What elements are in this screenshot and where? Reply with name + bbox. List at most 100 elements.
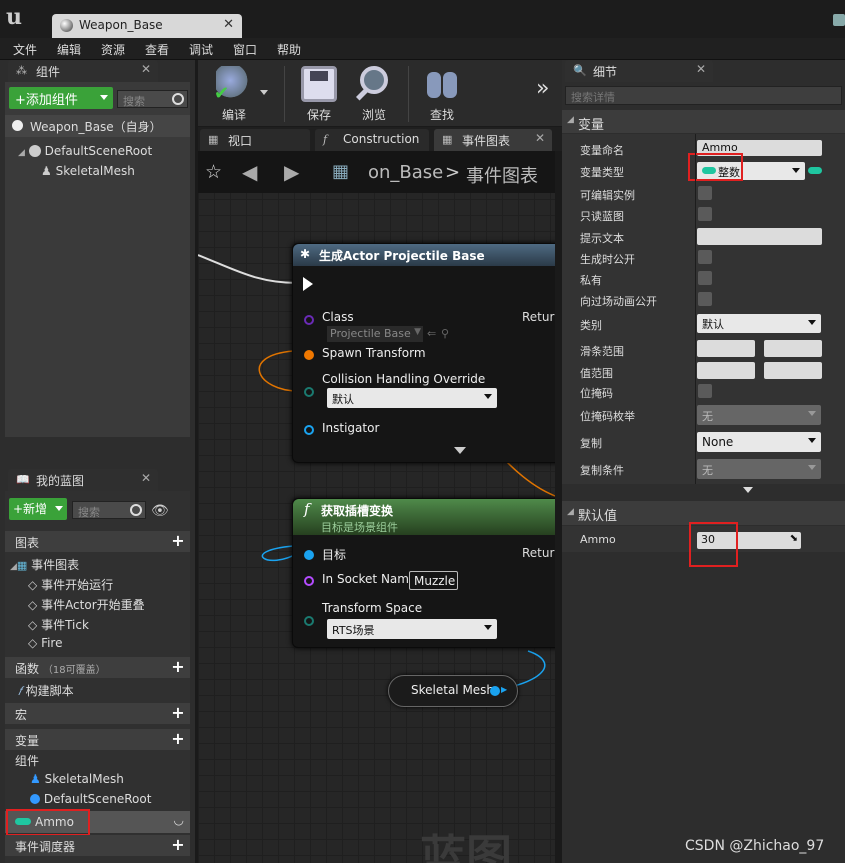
- section-dispatchers[interactable]: 事件调度器 +: [5, 835, 190, 856]
- graph-canvas[interactable]: ☆ ◀ ▶ ▦ on_Base > 事件图表 ✱ 生成Actor Project…: [198, 151, 555, 863]
- tree-item-skeletal-mesh[interactable]: ♟ SkeletalMesh: [41, 164, 135, 178]
- add-macro-icon[interactable]: +: [170, 705, 186, 721]
- event-item[interactable]: ◇ Fire: [28, 636, 62, 650]
- expose-spawn-checkbox[interactable]: [698, 250, 712, 264]
- advanced-expander[interactable]: [562, 484, 845, 498]
- tab-my-blueprint[interactable]: 📖 我的蓝图 ✕: [8, 469, 158, 491]
- save-button[interactable]: 保存: [291, 64, 347, 124]
- close-tab-icon[interactable]: ✕: [141, 471, 151, 485]
- forward-arrow-icon[interactable]: ▶: [284, 160, 299, 184]
- tooltip-input[interactable]: [697, 228, 822, 245]
- breadcrumb-graph[interactable]: 事件图表: [466, 162, 538, 188]
- spin-drag-icon[interactable]: ⬊: [790, 533, 798, 544]
- tab-components[interactable]: ⁂ 组件 ✕: [8, 60, 158, 82]
- readonly-checkbox[interactable]: [698, 207, 712, 221]
- tab-details[interactable]: 🔍 细节 ✕: [565, 60, 713, 82]
- browse-button[interactable]: 浏览: [346, 64, 402, 124]
- tab-construction[interactable]: f Construction: [315, 129, 429, 151]
- chevron-down-icon[interactable]: [260, 90, 268, 95]
- new-button[interactable]: +新增: [9, 498, 67, 520]
- value-min-input[interactable]: [697, 362, 755, 379]
- root-row[interactable]: Weapon_Base（自身）: [5, 115, 190, 137]
- section-macros[interactable]: 宏 +: [5, 703, 190, 724]
- transform-space-dropdown[interactable]: RTS场景: [327, 619, 497, 639]
- find-button[interactable]: 查找: [414, 64, 470, 124]
- section-functions[interactable]: 函数 （18可覆盖） +: [5, 657, 190, 678]
- category-dropdown[interactable]: 默认: [697, 314, 821, 333]
- use-selected-arrow-icon[interactable]: ⇐: [427, 327, 436, 340]
- output-pin[interactable]: [490, 686, 500, 696]
- menu-debug[interactable]: 调试: [189, 41, 213, 58]
- compile-button[interactable]: ✔ 编译: [200, 64, 268, 124]
- star-icon[interactable]: ☆: [205, 161, 222, 183]
- components-category[interactable]: 组件: [15, 752, 39, 769]
- menu-help[interactable]: 帮助: [277, 41, 301, 58]
- variable-section-header[interactable]: ◢ 变量: [562, 110, 845, 133]
- socket-name-pin[interactable]: [304, 576, 314, 586]
- document-tab[interactable]: Weapon_Base ✕: [52, 14, 242, 38]
- add-variable-icon[interactable]: +: [170, 731, 186, 747]
- cinematic-checkbox[interactable]: [698, 292, 712, 306]
- collision-dropdown[interactable]: 默认: [327, 388, 497, 408]
- close-tab-icon[interactable]: ✕: [141, 62, 151, 76]
- close-tab-icon[interactable]: ✕: [696, 62, 706, 76]
- bitmask-enum-dropdown[interactable]: 无: [697, 405, 821, 425]
- event-graph-item[interactable]: ◢▦ 事件图表: [10, 556, 79, 573]
- event-item[interactable]: ◇ 事件Actor开始重叠: [28, 596, 145, 613]
- class-selector[interactable]: Projectile Base ▼: [327, 326, 423, 342]
- get-socket-transform-node[interactable]: f 获取插槽变换 目标是场景组件 目标 Return In Socket Nam…: [292, 498, 555, 648]
- target-pin[interactable]: [304, 550, 314, 560]
- expand-node-icon[interactable]: [454, 447, 466, 454]
- construction-script-item[interactable]: 𝑓 构建脚本: [18, 682, 74, 699]
- breadcrumb-asset[interactable]: on_Base: [368, 162, 443, 183]
- details-search-input[interactable]: 搜索详情: [565, 86, 842, 105]
- toolbar-overflow-button[interactable]: »: [536, 76, 549, 101]
- instigator-pin[interactable]: [304, 425, 314, 435]
- menu-view[interactable]: 查看: [145, 41, 169, 58]
- close-tab-icon[interactable]: ✕: [535, 131, 545, 145]
- event-item[interactable]: ◇ 事件Tick: [28, 616, 89, 633]
- components-search-input[interactable]: 搜索: [117, 90, 188, 108]
- blueprint-search-input[interactable]: 搜索: [72, 501, 146, 519]
- close-tab-icon[interactable]: ✕: [223, 17, 234, 32]
- editable-checkbox[interactable]: [698, 186, 712, 200]
- rep-condition-dropdown[interactable]: 无: [697, 459, 821, 479]
- socket-name-input[interactable]: Muzzle: [409, 571, 458, 590]
- collision-pin[interactable]: [304, 387, 314, 397]
- back-arrow-icon[interactable]: ◀: [242, 160, 257, 184]
- add-function-icon[interactable]: +: [170, 659, 186, 675]
- skeletal-mesh-getter-node[interactable]: Skeletal Mesh ▶: [388, 675, 518, 707]
- add-dispatcher-icon[interactable]: +: [170, 837, 186, 853]
- add-component-button[interactable]: +添加组件: [9, 87, 113, 109]
- tab-viewport[interactable]: ▦ 视口: [200, 129, 310, 151]
- var-default-scene-root[interactable]: DefaultSceneRoot: [30, 792, 151, 806]
- bitmask-checkbox[interactable]: [698, 384, 712, 398]
- var-skeletal-mesh[interactable]: ♟ SkeletalMesh: [30, 772, 124, 786]
- tree-item-default-scene-root[interactable]: ◢ DefaultSceneRoot: [18, 144, 152, 158]
- exec-pin-icon[interactable]: [303, 277, 313, 291]
- value-max-input[interactable]: [764, 362, 822, 379]
- eye-toggle-icon[interactable]: ◡: [174, 813, 184, 827]
- eye-icon[interactable]: 👁: [151, 503, 169, 519]
- browse-search-icon[interactable]: ⚲: [441, 327, 449, 340]
- section-variables[interactable]: 变量 +: [5, 729, 190, 750]
- section-graphs[interactable]: 图表 +: [5, 531, 190, 552]
- slider-max-input[interactable]: [764, 340, 822, 357]
- container-type-icon[interactable]: [808, 167, 822, 174]
- functions-note: （18可覆盖）: [42, 665, 106, 676]
- event-item[interactable]: ◇ 事件开始运行: [28, 576, 113, 593]
- add-graph-icon[interactable]: +: [170, 533, 186, 549]
- tab-event-graph[interactable]: ▦ 事件图表 ✕: [434, 129, 552, 151]
- spawn-actor-node[interactable]: ✱ 生成Actor Projectile Base Class Return P…: [292, 243, 555, 463]
- private-checkbox[interactable]: [698, 271, 712, 285]
- menu-asset[interactable]: 资源: [101, 41, 125, 58]
- replication-dropdown[interactable]: None: [697, 432, 821, 452]
- transform-space-pin[interactable]: [304, 616, 314, 626]
- menu-file[interactable]: 文件: [13, 41, 37, 58]
- menu-window[interactable]: 窗口: [233, 41, 257, 58]
- spawn-transform-pin[interactable]: [304, 350, 314, 360]
- menu-edit[interactable]: 编辑: [57, 41, 81, 58]
- source-control-icon[interactable]: [833, 14, 845, 26]
- slider-min-input[interactable]: [697, 340, 755, 357]
- class-pin[interactable]: [304, 315, 314, 325]
